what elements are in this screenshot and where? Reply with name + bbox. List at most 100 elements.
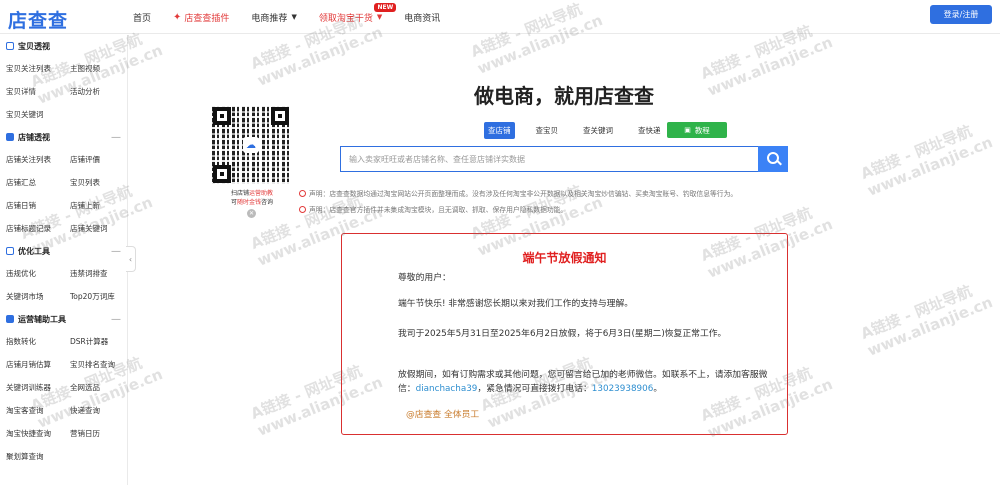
- nav-plugin[interactable]: ✦ 店查查插件: [173, 11, 229, 24]
- section-item-analysis[interactable]: 宝贝透视: [0, 35, 127, 57]
- qr-corner: [213, 107, 231, 125]
- tab-shop[interactable]: 查店铺: [484, 121, 515, 139]
- section-optimize-tools[interactable]: 优化工具 —: [0, 240, 127, 262]
- qr-caption-highlight: 运营助教: [249, 190, 274, 197]
- chevron-down-icon: ▼: [291, 13, 297, 21]
- sidebar-item[interactable]: Top20万词库: [70, 285, 134, 308]
- tutorial-button[interactable]: ▣ 教程: [667, 122, 727, 138]
- new-badge: NEW: [374, 2, 397, 12]
- sidebar-item[interactable]: DSR计算器: [70, 330, 134, 353]
- nav-recommend-label: 电商推荐: [251, 13, 288, 24]
- sidebar-item[interactable]: 淘宝客查询: [6, 399, 70, 422]
- section-shop-analysis[interactable]: 店铺透视 —: [0, 126, 127, 148]
- sidebar-item[interactable]: 宝贝关注列表: [6, 57, 70, 80]
- notice-signature: @店查查 全体员工: [406, 410, 480, 420]
- sidebar-item[interactable]: 快递查询: [70, 399, 134, 422]
- video-icon: ▣: [684, 126, 691, 134]
- phone-number[interactable]: 13023938906: [592, 384, 654, 394]
- nav-news[interactable]: 电商资讯: [404, 11, 440, 24]
- tool-icon: [6, 247, 14, 255]
- collapse-icon[interactable]: —: [111, 246, 121, 257]
- watermark-text: www.alianjie.cn: [864, 293, 996, 360]
- warning-icon: [299, 205, 306, 213]
- sidebar-item[interactable]: 店铺月销估算: [6, 353, 70, 376]
- qr-corner: [271, 107, 289, 125]
- sidebar-item[interactable]: 关键词训练器: [6, 376, 70, 399]
- chevron-down-icon: ▼: [376, 13, 383, 21]
- watermark-text: www.alianjie.cn: [864, 133, 996, 200]
- sidebar-item[interactable]: 全网选品: [70, 376, 134, 399]
- qr-caption: 扫店铺运营助教 可随时金钱咨询: [216, 189, 288, 207]
- collapse-icon[interactable]: —: [111, 314, 121, 325]
- section-ops-tools[interactable]: 运营辅助工具 —: [0, 308, 127, 330]
- sidebar-item[interactable]: 营销日历: [70, 422, 134, 445]
- login-register-button[interactable]: 登录/注册: [930, 5, 992, 24]
- sidebar: 宝贝透视 宝贝关注列表 主图视频 宝贝详情 活动分析 宝贝关键词 店铺透视 — …: [0, 35, 128, 485]
- sidebar-item[interactable]: 宝贝详情: [6, 80, 70, 103]
- search-tabs: 查店铺 查宝贝 查关键词 查快递: [484, 121, 682, 139]
- sidebar-item[interactable]: 宝贝排名查询: [70, 353, 134, 376]
- folder-icon: [6, 42, 14, 50]
- watermark-text: A链接 - 网址导航: [858, 281, 975, 343]
- watermark: A链接 - 网址导航 www.alianjie.cn: [858, 276, 996, 360]
- sidebar-item[interactable]: 店铺关注列表: [6, 148, 70, 171]
- search-button[interactable]: [758, 146, 788, 172]
- sidebar-item[interactable]: 宝贝关键词: [6, 103, 70, 126]
- sidebar-item[interactable]: 店铺评價: [70, 148, 134, 171]
- plugin-icon: ✦: [173, 11, 182, 23]
- tab-express[interactable]: 查快递: [634, 122, 665, 139]
- sidebar-item[interactable]: 违禁词排查: [70, 262, 134, 285]
- wechat-id: dianchacha39: [415, 384, 478, 394]
- nav-home[interactable]: 首页: [133, 11, 151, 24]
- disclaimer-text: 声明：店查查官方插件并未集成淘宝模块，且无调取、抓取、保存用户隐私数据功能。: [309, 206, 568, 214]
- tab-keyword[interactable]: 查关键词: [579, 122, 617, 139]
- sidebar-item[interactable]: 店铺汇总: [6, 171, 70, 194]
- ops-icon: [6, 315, 14, 323]
- section-links: 违规优化 违禁词排查 关键词市场 Top20万词库: [0, 262, 127, 308]
- section-links: 店铺关注列表 店铺评價 店铺汇总 宝贝列表 店铺日销 店铺上新 店铺标题记录 店…: [0, 148, 127, 240]
- notice-title: 端午节放假通知: [522, 251, 607, 265]
- sidebar-item[interactable]: 淘宝快捷查询: [6, 422, 70, 445]
- qr-caption-text: 扫店铺: [230, 190, 249, 197]
- sidebar-item[interactable]: 关键词市场: [6, 285, 70, 308]
- watermark: A链接 - 网址导航 www.alianjie.cn: [858, 116, 996, 200]
- sidebar-item[interactable]: 违规优化: [6, 262, 70, 285]
- holiday-notice: 端午节放假通知 尊敬的用户： 端午节快乐! 非常感谢您长期以来对我们工作的支持与…: [341, 233, 788, 435]
- notice-line-1: 端午节快乐! 非常感谢您长期以来对我们工作的支持与理解。: [398, 299, 634, 309]
- qr-caption-text: 咨询: [261, 199, 274, 206]
- main-nav: 首页 ✦ 店查查插件 电商推荐 ▼ 领取淘宝干货 ▼ NEW 电商资讯: [133, 0, 462, 34]
- site-logo[interactable]: 店查查: [8, 6, 68, 33]
- hero-title: 做电商，就用店查查: [474, 84, 654, 108]
- sidebar-item[interactable]: 指数转化: [6, 330, 70, 353]
- nav-recommend[interactable]: 电商推荐 ▼: [251, 11, 296, 24]
- close-icon[interactable]: ✕: [247, 209, 256, 218]
- section-links: 指数转化 DSR计算器 店铺月销估算 宝贝排名查询 关键词训练器 全网选品 淘宝…: [0, 330, 127, 468]
- sidebar-collapse-toggle[interactable]: ‹: [126, 246, 136, 272]
- warning-icon: [299, 189, 306, 197]
- section-title: 运营辅助工具: [18, 314, 66, 324]
- sidebar-item[interactable]: 店铺标题记录: [6, 217, 70, 240]
- tutorial-label: 教程: [694, 125, 710, 135]
- collapse-icon[interactable]: —: [111, 132, 121, 143]
- sidebar-item[interactable]: 店铺上新: [70, 194, 134, 217]
- disclaimer-text: 声明：店查查数据均通过淘宝网站公开页面整理而成。没有涉及任何淘宝非公开数据以及相…: [309, 190, 738, 198]
- sidebar-item[interactable]: 店铺关键词: [70, 217, 134, 240]
- qr-caption-highlight: 随时金钱: [236, 199, 261, 206]
- sidebar-item[interactable]: 主图视频: [70, 57, 134, 80]
- disclaimer-2: 声明：店查查官方插件并未集成淘宝模块，且无调取、抓取、保存用户隐私数据功能。: [299, 204, 819, 214]
- notice-text: 。: [653, 384, 663, 394]
- disclaimer-1: 声明：店查查数据均通过淘宝网站公开页面整理而成。没有涉及任何淘宝非公开数据以及相…: [299, 188, 819, 198]
- notice-line-2: 我司于2025年5月31日至2025年6月2日放假，将于6月3日(星期二)恢复正…: [398, 329, 727, 339]
- search-input[interactable]: 输入卖家旺旺或者店铺名称、查任意店铺详实数据: [340, 146, 758, 172]
- shop-icon: [6, 133, 14, 141]
- nav-goodies-label: 领取淘宝干货: [318, 13, 373, 24]
- sidebar-item[interactable]: 活动分析: [70, 80, 134, 103]
- sidebar-item[interactable]: 宝贝列表: [70, 171, 134, 194]
- notice-text: ，紧急情况可直接拨打电话：: [477, 384, 592, 394]
- sidebar-item[interactable]: 聚划算查询: [6, 445, 70, 468]
- sidebar-item[interactable]: 店铺日销: [6, 194, 70, 217]
- section-title: 店铺透视: [18, 132, 50, 142]
- nav-goodies[interactable]: 领取淘宝干货 ▼ NEW: [318, 2, 397, 24]
- tab-item[interactable]: 查宝贝: [532, 122, 563, 139]
- top-header: 店查查 首页 ✦ 店查查插件 电商推荐 ▼ 领取淘宝干货 ▼ NEW 电商资讯 …: [0, 0, 1000, 34]
